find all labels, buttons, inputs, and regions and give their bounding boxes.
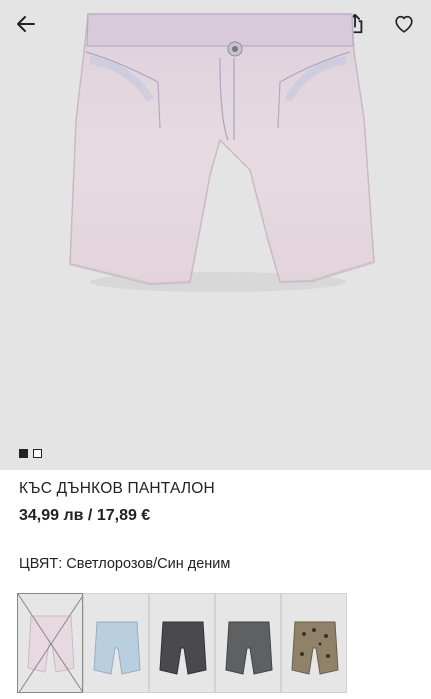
gallery-dot-2[interactable] xyxy=(33,449,42,458)
product-price: 34,99 лв / 17,89 € xyxy=(19,507,151,524)
product-image-gallery[interactable] xyxy=(0,0,431,470)
product-title: КЪС ДЪНКОВ ПАНТАЛОН xyxy=(19,480,215,497)
swatch-light-blue[interactable] xyxy=(83,593,149,693)
shorts-thumbnail-icon xyxy=(18,594,82,692)
swatch-leopard[interactable] xyxy=(281,593,347,693)
swatch-dark-grey[interactable] xyxy=(215,593,281,693)
color-label: ЦВЯТ: Светлорозов/Син деним xyxy=(19,556,231,572)
swatch-light-pink[interactable] xyxy=(17,593,83,693)
gallery-dot-1[interactable] xyxy=(19,449,28,458)
back-button[interactable] xyxy=(12,10,40,38)
arrow-left-icon xyxy=(17,16,35,32)
product-info: КЪС ДЪНКОВ ПАНТАЛОН 34,99 лв / 17,89 € xyxy=(19,480,412,525)
heart-icon xyxy=(395,15,413,33)
shorts-thumbnail-icon xyxy=(225,621,273,675)
shorts-thumbnail-icon xyxy=(291,621,339,675)
swatch-black-denim[interactable] xyxy=(149,593,215,693)
shorts-thumbnail-icon xyxy=(93,621,141,675)
shorts-thumbnail-icon xyxy=(159,621,207,675)
favorite-button[interactable] xyxy=(390,10,418,38)
product-image xyxy=(69,13,375,292)
color-swatches xyxy=(17,593,347,693)
gallery-indicator xyxy=(19,449,42,458)
